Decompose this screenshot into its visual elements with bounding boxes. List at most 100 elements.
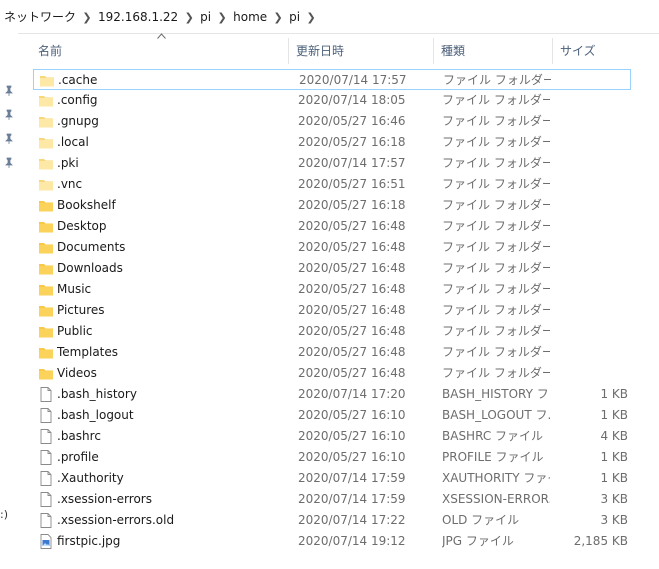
file-modified-date: 2020/05/27 16:48 (298, 219, 406, 233)
folder-icon (38, 261, 54, 276)
file-row[interactable]: .config 2020/07/14 18:05 ファイル フォルダー (33, 90, 659, 111)
file-row[interactable]: .local 2020/05/27 16:18 ファイル フォルダー (33, 132, 659, 153)
file-modified-date: 2020/05/27 16:48 (298, 282, 406, 296)
file-name: Documents (57, 240, 126, 254)
file-modified-date: 2020/05/27 16:48 (298, 345, 406, 359)
file-name: .vnc (57, 177, 83, 191)
pin-icon[interactable] (3, 133, 15, 145)
file-modified-date: 2020/07/14 18:05 (298, 93, 406, 107)
file-type: ファイル フォルダー (442, 324, 550, 338)
file-icon (38, 513, 54, 528)
file-type: XAUTHORITY ファイ... (442, 471, 550, 485)
file-modified-date: 2020/07/14 17:57 (298, 156, 406, 170)
chevron-right-icon[interactable]: ❯ (304, 6, 318, 28)
file-row[interactable]: .gnupg 2020/05/27 16:46 ファイル フォルダー (33, 111, 659, 132)
chevron-right-icon[interactable]: ❯ (182, 6, 196, 28)
folder-icon (38, 198, 54, 213)
file-size: 2,185 KB (573, 534, 628, 548)
file-icon (38, 492, 54, 507)
file-row[interactable]: .xsession-errors 2020/07/14 17:59 XSESSION… (33, 489, 659, 510)
file-row[interactable]: .cache 2020/07/14 17:57 ファイル フォルダー (33, 69, 631, 90)
file-row[interactable]: Pictures 2020/05/27 16:48 ファイル フォルダー (33, 300, 659, 321)
column-header-type[interactable]: 種類 (436, 38, 553, 64)
nav-pane-truncated-label: :) (0, 508, 8, 521)
file-name: .xsession-errors.old (57, 513, 175, 527)
chevron-right-icon[interactable]: ❯ (215, 6, 229, 28)
file-row[interactable]: .bash_history 2020/07/14 17:20 BASH_HISTOR… (33, 384, 659, 405)
file-row[interactable]: Downloads 2020/05/27 16:48 ファイル フォルダー (33, 258, 659, 279)
folder-icon (38, 303, 54, 318)
file-type: ファイル フォルダー (442, 261, 550, 275)
file-size: 1 KB (600, 408, 628, 422)
file-size (558, 363, 628, 384)
folder-light-icon (39, 73, 55, 88)
file-row[interactable]: Public 2020/05/27 16:48 ファイル フォルダー (33, 321, 659, 342)
file-row[interactable]: firstpic.jpg 2020/07/14 19:12 JPG ファイル 2,18… (33, 531, 659, 552)
file-modified-date: 2020/05/27 16:48 (298, 303, 406, 317)
breadcrumb-host[interactable]: 192.168.1.22 (94, 6, 182, 28)
breadcrumb: ネットワーク ❯ 192.168.1.22 ❯ pi ❯ home ❯ pi ❯ (0, 4, 659, 30)
file-size (558, 174, 628, 195)
file-row[interactable]: Bookshelf 2020/05/27 16:18 ファイル フォルダー (33, 195, 659, 216)
chevron-right-icon[interactable]: ❯ (271, 6, 285, 28)
chevron-right-icon[interactable]: ❯ (80, 6, 94, 28)
file-row[interactable]: .pki 2020/07/14 17:57 ファイル フォルダー (33, 153, 659, 174)
file-name: Pictures (57, 303, 105, 317)
pin-icon[interactable] (3, 157, 15, 169)
file-row[interactable]: Music 2020/05/27 16:48 ファイル フォルダー (33, 279, 659, 300)
column-header-size[interactable]: サイズ (555, 38, 631, 64)
file-type: PROFILE ファイル (442, 450, 544, 464)
breadcrumb-pi-current[interactable]: pi (285, 6, 304, 28)
file-type: ファイル フォルダー (442, 240, 550, 254)
file-size (558, 195, 628, 216)
file-name: Downloads (57, 261, 123, 275)
file-row[interactable]: Desktop 2020/05/27 16:48 ファイル フォルダー (33, 216, 659, 237)
file-size: 1 KB (600, 387, 628, 401)
folder-light-icon (38, 114, 54, 129)
pin-icon[interactable] (3, 109, 15, 121)
file-row[interactable]: .profile 2020/05/27 16:10 PROFILE ファイル 1 KB (33, 447, 659, 468)
pin-icon[interactable] (3, 85, 15, 97)
file-type: ファイル フォルダー (442, 345, 550, 359)
file-row[interactable]: Documents 2020/05/27 16:48 ファイル フォルダー (33, 237, 659, 258)
file-size (558, 111, 628, 132)
breadcrumb-home[interactable]: home (229, 6, 271, 28)
file-modified-date: 2020/05/27 16:18 (298, 135, 406, 149)
file-row[interactable]: .Xauthority 2020/07/14 17:59 XAUTHORITY ファ… (33, 468, 659, 489)
file-row[interactable]: .bash_logout 2020/05/27 16:10 BASH_LOGOUT … (33, 405, 659, 426)
folder-light-icon (38, 156, 54, 171)
breadcrumb-network[interactable]: ネットワーク (0, 6, 80, 28)
file-type: ファイル フォルダー (442, 114, 550, 128)
file-size: 3 KB (600, 513, 628, 527)
file-type: BASH_LOGOUT フ... (442, 408, 550, 422)
file-name: .bash_history (57, 387, 137, 401)
folder-icon (38, 282, 54, 297)
file-type: JPG ファイル (442, 534, 514, 548)
column-header-date[interactable]: 更新日時 (291, 38, 434, 64)
file-modified-date: 2020/07/14 19:12 (298, 534, 406, 548)
file-size (559, 70, 629, 91)
file-name: .cache (58, 73, 98, 87)
file-row[interactable]: .vnc 2020/05/27 16:51 ファイル フォルダー (33, 174, 659, 195)
file-modified-date: 2020/05/27 16:10 (298, 429, 406, 443)
file-modified-date: 2020/05/27 16:48 (298, 261, 406, 275)
file-name: .gnupg (57, 114, 99, 128)
file-modified-date: 2020/07/14 17:57 (299, 73, 407, 87)
file-name: Bookshelf (57, 198, 116, 212)
file-type: XSESSION-ERROR... (442, 492, 550, 506)
file-name: firstpic.jpg (57, 534, 121, 548)
address-bar[interactable]: ネットワーク ❯ 192.168.1.22 ❯ pi ❯ home ❯ pi ❯ (0, 0, 659, 34)
file-row[interactable]: .bashrc 2020/05/27 16:10 BASHRC ファイル 4 KB (33, 426, 659, 447)
file-name: Desktop (57, 219, 107, 233)
file-type: ファイル フォルダー (442, 177, 550, 191)
file-row[interactable]: Videos 2020/05/27 16:48 ファイル フォルダー (33, 363, 659, 384)
file-size (558, 132, 628, 153)
file-modified-date: 2020/05/27 16:48 (298, 366, 406, 380)
file-name: Public (57, 324, 93, 338)
file-row[interactable]: Templates 2020/05/27 16:48 ファイル フォルダー (33, 342, 659, 363)
file-row[interactable]: .xsession-errors.old 2020/07/14 17:22 OLD … (33, 510, 659, 531)
file-name: .xsession-errors (57, 492, 152, 506)
breadcrumb-pi-share[interactable]: pi (196, 6, 215, 28)
file-size: 1 KB (600, 450, 628, 464)
column-header-name[interactable]: 名前 (33, 38, 289, 64)
